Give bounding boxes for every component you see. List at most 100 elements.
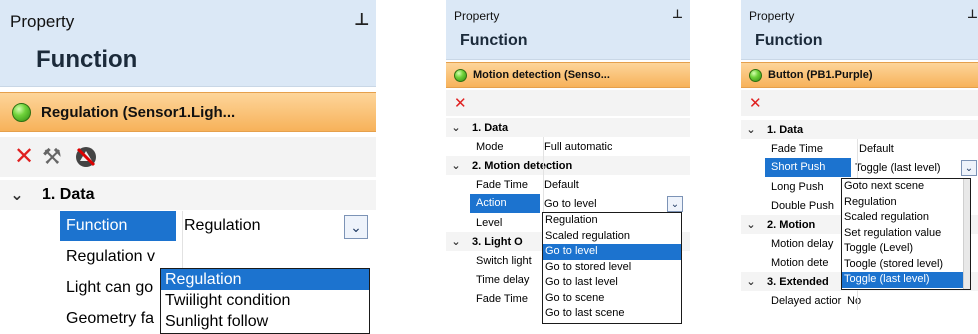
- dropdown-option[interactable]: Regulation: [543, 213, 681, 229]
- property-row-action[interactable]: Action Go to level: [446, 194, 690, 213]
- property-row[interactable]: Mode Full automatic: [446, 137, 690, 156]
- dropdown-option[interactable]: Toogle (stored level): [842, 257, 970, 273]
- category-label: 1. Data: [42, 186, 95, 203]
- dropdown-option[interactable]: Sunlight follow: [161, 311, 369, 332]
- property-row[interactable]: Fade Time Default: [446, 175, 690, 194]
- property-value[interactable]: Regulation: [184, 217, 324, 235]
- category-data[interactable]: ⌄ 1. Data: [446, 118, 690, 137]
- dropdown-option[interactable]: Go to last scene: [543, 306, 681, 322]
- toolbar: ✕ ⚒: [0, 137, 376, 177]
- property-value[interactable]: Default: [859, 143, 894, 155]
- category-label: 1. Data: [767, 123, 804, 136]
- property-panel-2: Property ⊥ Function Motion detection (Se…: [446, 0, 690, 334]
- category-data[interactable]: ⌄ 1. Data: [0, 180, 376, 210]
- function-title: Function: [36, 46, 138, 73]
- chevron-down-icon[interactable]: ⌄: [741, 123, 761, 136]
- dropdown-option[interactable]: Go to scene: [543, 291, 681, 307]
- unlink-icon[interactable]: [74, 145, 98, 169]
- dropdown-option[interactable]: Regulation: [842, 195, 970, 211]
- pin-icon[interactable]: ⊥: [672, 7, 683, 21]
- dropdown-option[interactable]: Regulation: [161, 269, 369, 290]
- property-value[interactable]: Default: [544, 179, 579, 191]
- property-name: Geometry fa: [66, 310, 155, 327]
- property-row-short-push[interactable]: Short Push Toggle (last level): [741, 158, 978, 177]
- short-push-dropdown-list[interactable]: Goto next scene Regulation Scaled regula…: [841, 178, 971, 290]
- dropdown-option[interactable]: Twiilight condition: [161, 290, 369, 311]
- combo-dropdown-button[interactable]: ⌄: [667, 196, 683, 212]
- function-title: Function: [755, 32, 823, 49]
- property-name: Time delay: [476, 273, 530, 286]
- dropdown-option[interactable]: Go to level: [543, 244, 681, 260]
- tools-icon[interactable]: ⚒: [42, 144, 74, 170]
- property-name: Delayed actior: [771, 294, 842, 307]
- property-name: Mode: [476, 140, 504, 153]
- property-panel-3: Property ⊥ Function Button (PB1.Purple) …: [741, 0, 978, 334]
- dropdown-option[interactable]: Set regulation value: [842, 226, 970, 242]
- dropdown-option[interactable]: Toggle (last level): [842, 272, 970, 288]
- panel-header: Property ⊥ Function: [0, 0, 376, 87]
- dropdown-option[interactable]: Toggle (Level): [842, 241, 970, 257]
- category-label: 3. Light O: [472, 235, 523, 248]
- object-label: Button (PB1.Purple): [768, 69, 873, 81]
- pin-icon[interactable]: ⊥: [967, 7, 978, 21]
- chevron-down-icon[interactable]: ⌄: [446, 121, 466, 134]
- function-dropdown-list[interactable]: Regulation Twiilight condition Sunlight …: [160, 268, 370, 334]
- property-name: Switch light: [476, 254, 532, 267]
- panel-title: Property: [749, 9, 795, 23]
- property-value[interactable]: Full automatic: [544, 141, 612, 153]
- object-label: Motion detection (Senso...: [473, 69, 610, 81]
- function-title: Function: [460, 32, 528, 49]
- category-motion-detection[interactable]: ⌄ 2. Motion detection: [446, 156, 690, 175]
- property-row-function[interactable]: Function Regulation: [0, 211, 376, 241]
- chevron-down-icon[interactable]: ⌄: [0, 185, 34, 205]
- property-value[interactable]: Toggle (last level): [855, 162, 941, 174]
- selected-object-bar[interactable]: Button (PB1.Purple): [741, 62, 978, 88]
- property-name: Action: [470, 194, 540, 213]
- chevron-down-icon[interactable]: ⌄: [446, 159, 466, 172]
- combo-dropdown-button[interactable]: ⌄: [961, 160, 977, 176]
- chevron-down-icon[interactable]: ⌄: [446, 235, 466, 248]
- property-name: Fade Time: [476, 178, 528, 191]
- category-label: 2. Motion: [767, 218, 816, 231]
- combo-dropdown-button[interactable]: ⌄: [344, 215, 368, 239]
- toolbar: ✕: [446, 90, 690, 116]
- dropdown-option[interactable]: Scaled regulation: [842, 210, 970, 226]
- dropdown-option[interactable]: Scaled regulation: [543, 229, 681, 245]
- panel-title: Property: [10, 12, 75, 31]
- dropdown-scrollbar[interactable]: [963, 179, 970, 289]
- delete-icon[interactable]: ✕: [14, 145, 42, 169]
- toolbar: ✕: [741, 90, 978, 116]
- property-row[interactable]: Fade Time Default: [741, 139, 978, 158]
- property-name: Fade Time: [476, 292, 528, 305]
- category-label: 1. Data: [472, 121, 509, 134]
- chevron-down-icon[interactable]: ⌄: [741, 275, 761, 288]
- property-panel-1: Property ⊥ Function Regulation (Sensor1.…: [0, 0, 376, 334]
- status-led-icon: [12, 102, 31, 122]
- category-data[interactable]: ⌄ 1. Data: [741, 120, 978, 139]
- property-value[interactable]: No: [847, 295, 861, 307]
- property-value[interactable]: Go to level: [544, 198, 597, 210]
- delete-icon[interactable]: ✕: [454, 96, 467, 111]
- property-name: Regulation v: [66, 248, 155, 265]
- object-label: Regulation (Sensor1.Ligh...: [41, 103, 236, 121]
- property-name: Fade Time: [771, 142, 823, 155]
- property-name: Short Push: [765, 158, 851, 177]
- action-dropdown-list[interactable]: Regulation Scaled regulation Go to level…: [542, 212, 682, 324]
- category-label: 3. Extended: [767, 275, 829, 288]
- status-led-icon: [454, 68, 467, 82]
- property-name: Function: [60, 211, 176, 241]
- panel-title: Property: [454, 9, 500, 23]
- status-led-icon: [749, 68, 762, 82]
- property-name: Level: [476, 216, 503, 229]
- property-row[interactable]: Delayed actior No: [741, 291, 978, 310]
- chevron-down-icon[interactable]: ⌄: [741, 218, 761, 231]
- selected-object-bar[interactable]: Motion detection (Senso...: [446, 62, 690, 88]
- selected-object-bar[interactable]: Regulation (Sensor1.Ligh...: [0, 92, 376, 132]
- dropdown-option[interactable]: Goto next scene: [842, 179, 970, 195]
- category-label: 2. Motion detection: [472, 159, 573, 172]
- pin-icon[interactable]: ⊥: [354, 10, 370, 30]
- panel-header: Property ⊥ Function: [446, 0, 690, 60]
- delete-icon[interactable]: ✕: [749, 96, 762, 111]
- dropdown-option[interactable]: Go to stored level: [543, 260, 681, 276]
- dropdown-option[interactable]: Go to last level: [543, 275, 681, 291]
